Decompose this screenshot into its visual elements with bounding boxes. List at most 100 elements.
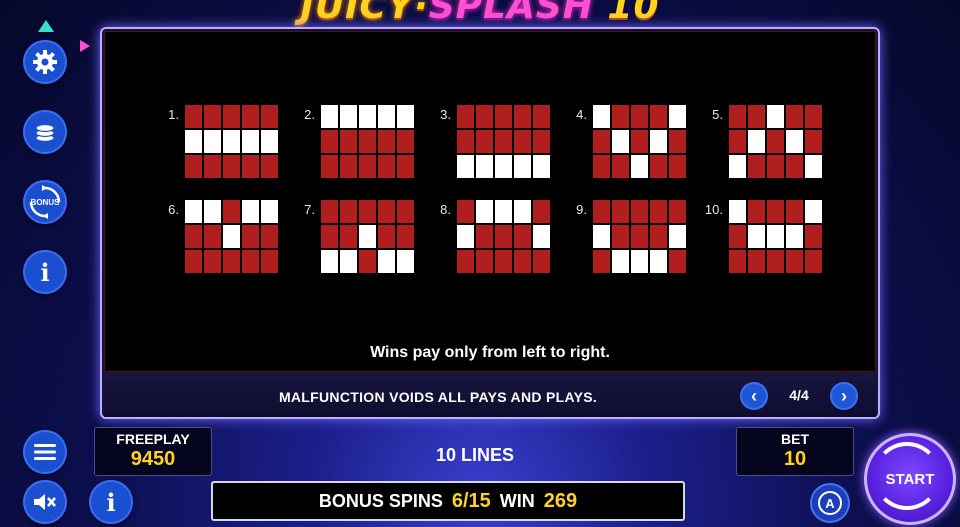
- payline-cell: [805, 105, 822, 128]
- payline-cell: [650, 105, 667, 128]
- payline-cell: [669, 200, 686, 223]
- bet-box[interactable]: BET 10: [736, 427, 854, 476]
- payline-cell: [242, 250, 259, 273]
- payline-cell-active: [457, 225, 474, 248]
- hamburger-icon: [34, 444, 56, 460]
- payline-cell: [378, 155, 395, 178]
- payline-cell-active: [631, 155, 648, 178]
- payline-cell-active: [533, 225, 550, 248]
- payline-grid: [457, 105, 550, 178]
- payline-cell-active: [495, 200, 512, 223]
- payline-cell-active: [242, 200, 259, 223]
- payline-cell: [593, 200, 610, 223]
- payline-cell: [397, 155, 414, 178]
- payline-cell: [631, 130, 648, 153]
- malfunction-notice: MALFUNCTION VOIDS ALL PAYS AND PLAYS.: [278, 389, 598, 405]
- payline-cell: [669, 130, 686, 153]
- payline-cell: [786, 105, 803, 128]
- autoplay-icon: A: [818, 491, 842, 515]
- payline-cell-active: [359, 105, 376, 128]
- payline-cell: [767, 130, 784, 153]
- payline-number: 4.: [576, 107, 587, 122]
- payline-cell: [204, 155, 221, 178]
- payline-cell: [533, 130, 550, 153]
- payline-cell: [378, 200, 395, 223]
- menu-button[interactable]: [23, 430, 67, 474]
- payline-cell: [185, 105, 202, 128]
- info-button[interactable]: i: [23, 250, 67, 294]
- payline-cell-active: [593, 225, 610, 248]
- payline-cell: [185, 225, 202, 248]
- payline-cell: [631, 200, 648, 223]
- payline-cell-active: [204, 200, 221, 223]
- payline-cell: [748, 200, 765, 223]
- next-page-button[interactable]: ›: [830, 382, 858, 410]
- payline-cell: [767, 250, 784, 273]
- bet-value: 10: [783, 448, 807, 470]
- payline-cell: [650, 155, 667, 178]
- payline-cell: [650, 225, 667, 248]
- payline-cell: [748, 105, 765, 128]
- payline-number: 10.: [704, 202, 723, 217]
- payline-cell: [340, 130, 357, 153]
- logo-number: 10: [607, 0, 660, 27]
- payline-cell: [397, 130, 414, 153]
- payline-cell-active: [340, 250, 357, 273]
- payline-cell-active: [204, 130, 221, 153]
- freeplay-label: FREEPLAY: [116, 431, 190, 447]
- payline-cell: [786, 155, 803, 178]
- prev-page-button[interactable]: ‹: [740, 382, 768, 410]
- autoplay-button[interactable]: A: [810, 483, 850, 523]
- payline-cell-active: [748, 130, 765, 153]
- payline-cell-active: [650, 130, 667, 153]
- payline-cell: [204, 250, 221, 273]
- payline-number: 3.: [440, 107, 451, 122]
- chevron-left-icon: ‹: [751, 385, 757, 406]
- payline-cell: [786, 250, 803, 273]
- coins-button[interactable]: [23, 110, 67, 154]
- payline-cell: [514, 105, 531, 128]
- bonus-button[interactable]: BONUS: [23, 180, 67, 224]
- payline-cell: [185, 155, 202, 178]
- payline-cell-active: [321, 250, 338, 273]
- payline-cell: [321, 200, 338, 223]
- payline-cell: [223, 155, 240, 178]
- start-spin-button[interactable]: START: [864, 433, 956, 525]
- payline-number: 7.: [304, 202, 315, 217]
- payline-cell-active: [514, 155, 531, 178]
- bonus-spins-label: BONUS SPINS: [318, 490, 443, 511]
- payline-grid: [729, 105, 822, 178]
- info-icon: i: [40, 257, 50, 287]
- payline-cell: [514, 250, 531, 273]
- settings-button[interactable]: [23, 40, 67, 84]
- payline-cell: [631, 105, 648, 128]
- payline-cell-active: [593, 105, 610, 128]
- payline-cell: [729, 130, 746, 153]
- payline-cell: [261, 105, 278, 128]
- payline-cell-active: [223, 130, 240, 153]
- payline-cell: [612, 105, 629, 128]
- payline-cell: [185, 250, 202, 273]
- payline-cell-active: [786, 225, 803, 248]
- payline-grid: [185, 200, 278, 273]
- game-info-button[interactable]: i: [89, 480, 133, 524]
- payline-cell-active: [669, 105, 686, 128]
- payline-cell: [476, 130, 493, 153]
- payline-cell: [729, 225, 746, 248]
- payline-cell-active: [805, 200, 822, 223]
- sound-toggle-button[interactable]: [23, 480, 67, 524]
- payline-cell: [457, 130, 474, 153]
- payline-cell: [514, 225, 531, 248]
- payline-cell: [476, 105, 493, 128]
- payline-cell: [533, 250, 550, 273]
- payline-cell: [321, 130, 338, 153]
- payline-grid: [729, 200, 822, 273]
- payline-cell: [748, 155, 765, 178]
- start-label: START: [885, 470, 935, 488]
- bonus-status-bar: BONUS SPINS 6/15 WIN 269: [211, 481, 685, 521]
- payline-cell: [340, 225, 357, 248]
- payline-cell: [359, 130, 376, 153]
- payline-cell: [321, 155, 338, 178]
- payline-cell: [495, 225, 512, 248]
- payline-cell-active: [612, 130, 629, 153]
